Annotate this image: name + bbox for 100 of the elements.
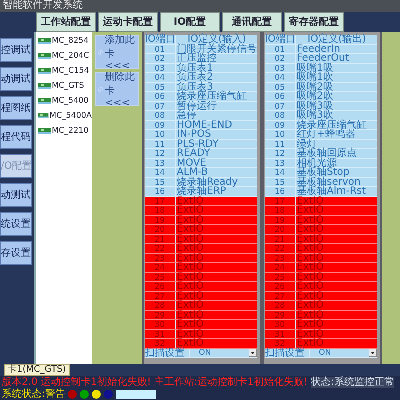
sidebar-item[interactable]: 存设置: [0, 241, 32, 265]
table-cell: 32: [145, 339, 176, 348]
status-text: 主工作站:运动控制卡1初始化失败!: [154, 376, 308, 388]
table-cell-text: READY: [176, 149, 212, 158]
table-cell: 19: [265, 216, 296, 224]
table-cell-text: ExtIO: [176, 225, 205, 234]
table-cell: 01: [145, 44, 176, 53]
card-item[interactable]: MC_8254: [38, 36, 92, 45]
table-cell: 27: [265, 292, 296, 300]
table-cell: 22: [265, 244, 296, 252]
table-cell-text: PLS-RDY: [176, 140, 220, 148]
table-cell-text: 吸嘴1吸: [296, 64, 334, 72]
tab[interactable]: 通讯配置: [222, 12, 282, 32]
sidebar-item[interactable]: 动测试: [0, 183, 32, 207]
table-cell-text: ExtIO: [296, 301, 325, 310]
table-cell: 11: [145, 140, 176, 148]
table-cell-text: FeederOut: [296, 54, 350, 62]
table-cell-text: 烧录轴ERP: [176, 187, 226, 196]
table-cell: 21: [265, 234, 296, 243]
card-item[interactable]: MC_GTS: [38, 81, 92, 90]
table-cell: 07: [145, 102, 176, 110]
table-cell-text: ExtIO: [176, 330, 205, 338]
table-cell: 30: [145, 320, 176, 328]
table-cell-text: 红灯+蜂鸣器: [296, 130, 356, 138]
tab[interactable]: 工作站配置: [36, 12, 96, 32]
card-item[interactable]: MC_5400A: [38, 111, 92, 120]
table-cell-text: 相机光源: [296, 158, 337, 167]
table-cell: 24: [265, 263, 296, 272]
table-cell-text: 烧录轴Ready: [176, 178, 240, 186]
table-cell: 25: [265, 272, 296, 281]
table-cell-text: 基板轴servon: [296, 178, 361, 186]
column-header: IO端口: [145, 35, 176, 44]
board-icon: [38, 126, 51, 134]
card-item[interactable]: MC_5400: [38, 96, 92, 105]
table-cell-text: ExtIO: [176, 272, 205, 281]
table-cell: 06: [265, 92, 296, 100]
table-cell-text: ExtIO: [176, 310, 205, 319]
table-cell: 09: [145, 120, 176, 129]
table-cell: 30: [265, 320, 296, 328]
table-cell: 28: [145, 301, 176, 310]
table-cell: 12: [145, 149, 176, 158]
table-cell-text: ExtIO: [176, 320, 205, 328]
table-cell-text: 负压表1: [176, 64, 214, 72]
table-cell: 17: [265, 196, 296, 205]
column-header: IO定义(输入): [186, 35, 246, 44]
table-cell-text: ExtIO: [296, 330, 325, 338]
table-cell: 08: [265, 111, 296, 120]
sidebar-item[interactable]: 动调试: [0, 67, 32, 91]
tab[interactable]: 卡1(MC_GTS): [4, 364, 70, 376]
card-item[interactable]: MC_2210: [38, 126, 92, 135]
table-cell: 12: [265, 149, 296, 158]
table-cell-text: ExtIO: [296, 254, 325, 262]
tab[interactable]: 运动卡配置: [98, 12, 158, 32]
table-cell: 23: [145, 254, 176, 262]
table-cell-text: ExtIO: [296, 216, 325, 224]
table-cell-text: 吸嘴3吸: [296, 102, 334, 110]
table-cell-text: ExtIO: [296, 244, 325, 252]
table-cell: 01: [265, 44, 296, 53]
table-cell: 04: [145, 73, 176, 82]
table-cell-text: ExtIO: [176, 216, 205, 224]
sidebar-item[interactable]: 统设置: [0, 212, 32, 236]
table-cell-text: 暂停运行: [176, 102, 218, 110]
sidebar-item[interactable]: 程代码: [0, 125, 32, 149]
table-cell-text: 急停: [176, 111, 197, 120]
add-card-button[interactable]: 添加此卡 <<<: [95, 35, 139, 69]
board-icon: [38, 96, 51, 104]
table-cell-text: 基板轴Alm-Rst: [296, 187, 368, 196]
board-icon: [38, 82, 51, 90]
status-text: 状态:系统监控正常: [311, 376, 394, 388]
tab[interactable]: 寄存器配置: [284, 12, 344, 32]
remove-card-button[interactable]: 删除此卡 <<<: [95, 72, 139, 106]
status-text: 版本2.0: [2, 376, 38, 388]
table-cell-text: ExtIO: [296, 282, 325, 290]
table-cell-text: 绿灯: [296, 140, 317, 148]
table-cell: 23: [265, 254, 296, 262]
table-cell-text: ExtIO: [177, 339, 205, 348]
table-cell: 10: [265, 130, 296, 138]
table-cell-text: ExtIO: [296, 263, 325, 272]
table-cell-text: ALM-B: [176, 168, 208, 176]
column-header: IO定义(输出): [308, 35, 368, 44]
board-icon: [38, 112, 49, 120]
table-cell: 24: [145, 263, 176, 272]
table-cell: 05: [145, 82, 176, 91]
table-cell-text: MOVE: [176, 158, 206, 167]
tab[interactable]: IO配置: [160, 12, 220, 32]
table-cell: 03: [145, 64, 176, 72]
table-cell: 18: [265, 206, 296, 214]
card-item[interactable]: MC_C154: [38, 66, 92, 75]
table-cell-text: ExtIO: [296, 196, 325, 205]
table-cell-text: ExtIO: [176, 244, 205, 252]
sidebar-item[interactable]: 控调试: [0, 38, 32, 62]
card-item[interactable]: MC_204C: [38, 51, 92, 60]
table-cell-text: 基板轴Stop: [296, 168, 351, 176]
table-cell-text: 吸嘴1吹: [296, 73, 334, 82]
table-cell-text: ExtIO: [176, 301, 205, 310]
sidebar-item[interactable]: 程图纸: [0, 96, 32, 120]
column-header: IO端口: [265, 35, 296, 44]
table-cell-text: FeederIn: [296, 44, 340, 53]
status-text: 系统状态:警告: [2, 388, 66, 400]
table-cell: 32: [265, 339, 296, 348]
